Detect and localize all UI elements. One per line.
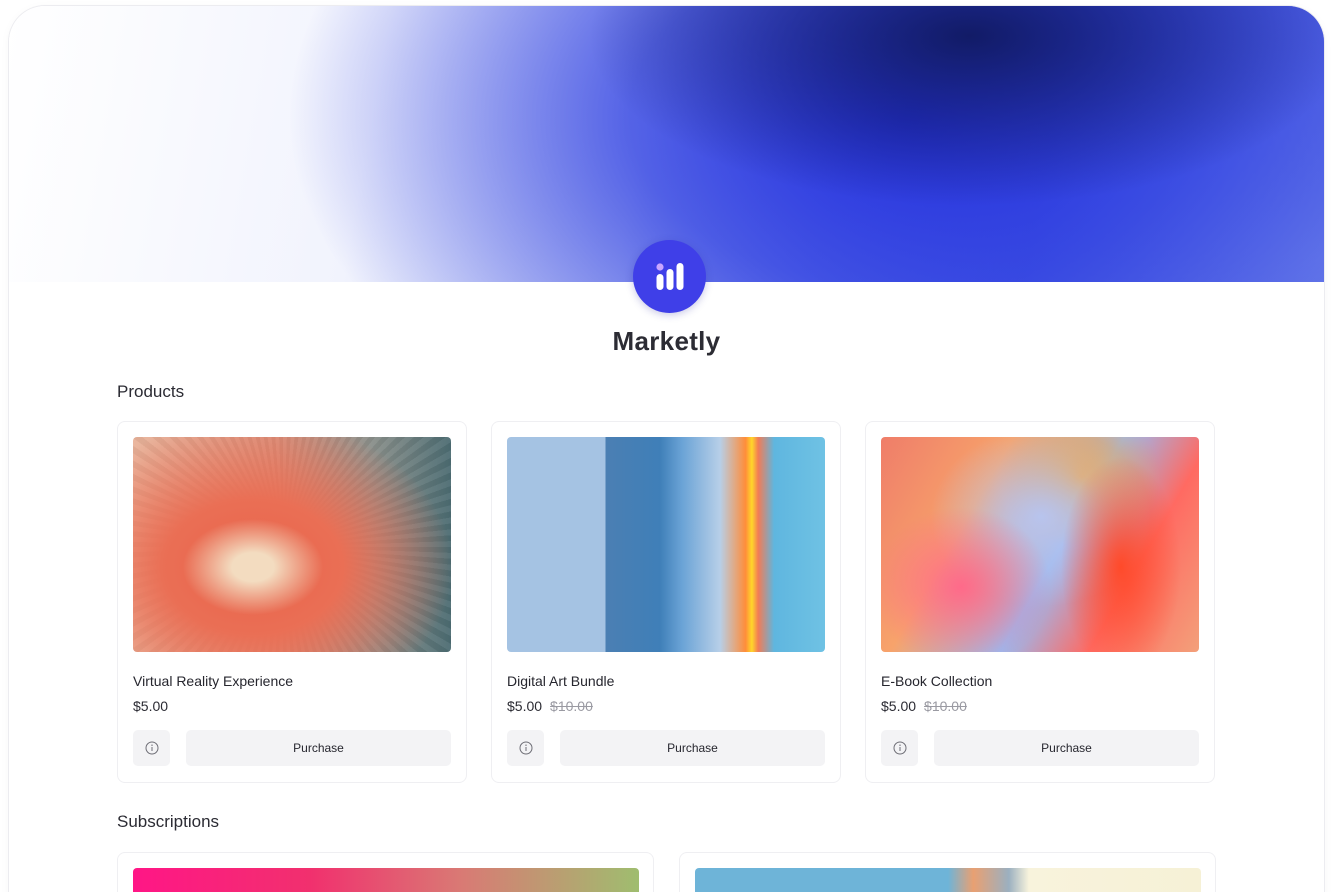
- product-name: E-Book Collection: [881, 673, 993, 689]
- original-price: $10.00: [924, 698, 967, 714]
- product-card[interactable]: Digital Art Bundle $5.00 $10.00 Purchase: [491, 421, 841, 783]
- brand-logo[interactable]: [633, 240, 706, 313]
- subscription-image[interactable]: [695, 868, 1201, 892]
- current-price: $5.00: [881, 698, 917, 714]
- info-button[interactable]: [881, 730, 918, 766]
- subscriptions-heading: Subscriptions: [117, 812, 220, 831]
- product-price: $5.00 $10.00: [507, 698, 593, 714]
- product-card[interactable]: E-Book Collection $5.00 $10.00 Purchase: [865, 421, 1215, 783]
- product-name: Virtual Reality Experience: [133, 673, 294, 689]
- product-image[interactable]: [133, 437, 451, 652]
- subscription-image[interactable]: [133, 868, 639, 892]
- product-price: $5.00 $10.00: [881, 698, 967, 714]
- purchase-button[interactable]: Purchase: [560, 730, 825, 766]
- product-image[interactable]: [881, 437, 1199, 652]
- product-name: Digital Art Bundle: [507, 673, 615, 689]
- product-price: $5.00: [133, 698, 168, 714]
- purchase-button[interactable]: Purchase: [186, 730, 451, 766]
- products-heading: Products: [117, 382, 185, 401]
- current-price: $5.00: [133, 698, 169, 714]
- subscription-card[interactable]: [679, 852, 1216, 892]
- info-button[interactable]: [507, 730, 544, 766]
- info-icon: [145, 741, 158, 755]
- bar-chart-icon: [655, 262, 683, 290]
- store-name: Marketly: [612, 326, 721, 356]
- current-price: $5.00: [507, 698, 543, 714]
- info-icon: [893, 741, 906, 755]
- info-button[interactable]: [133, 730, 170, 766]
- product-card[interactable]: Virtual Reality Experience $5.00 Purchas…: [117, 421, 467, 783]
- storefront-page: Marketly Products Virtual Reality Experi…: [9, 6, 1324, 892]
- subscription-card[interactable]: [117, 852, 654, 892]
- purchase-button[interactable]: Purchase: [934, 730, 1199, 766]
- original-price: $10.00: [550, 698, 593, 714]
- info-icon: [519, 741, 532, 755]
- product-image[interactable]: [507, 437, 825, 652]
